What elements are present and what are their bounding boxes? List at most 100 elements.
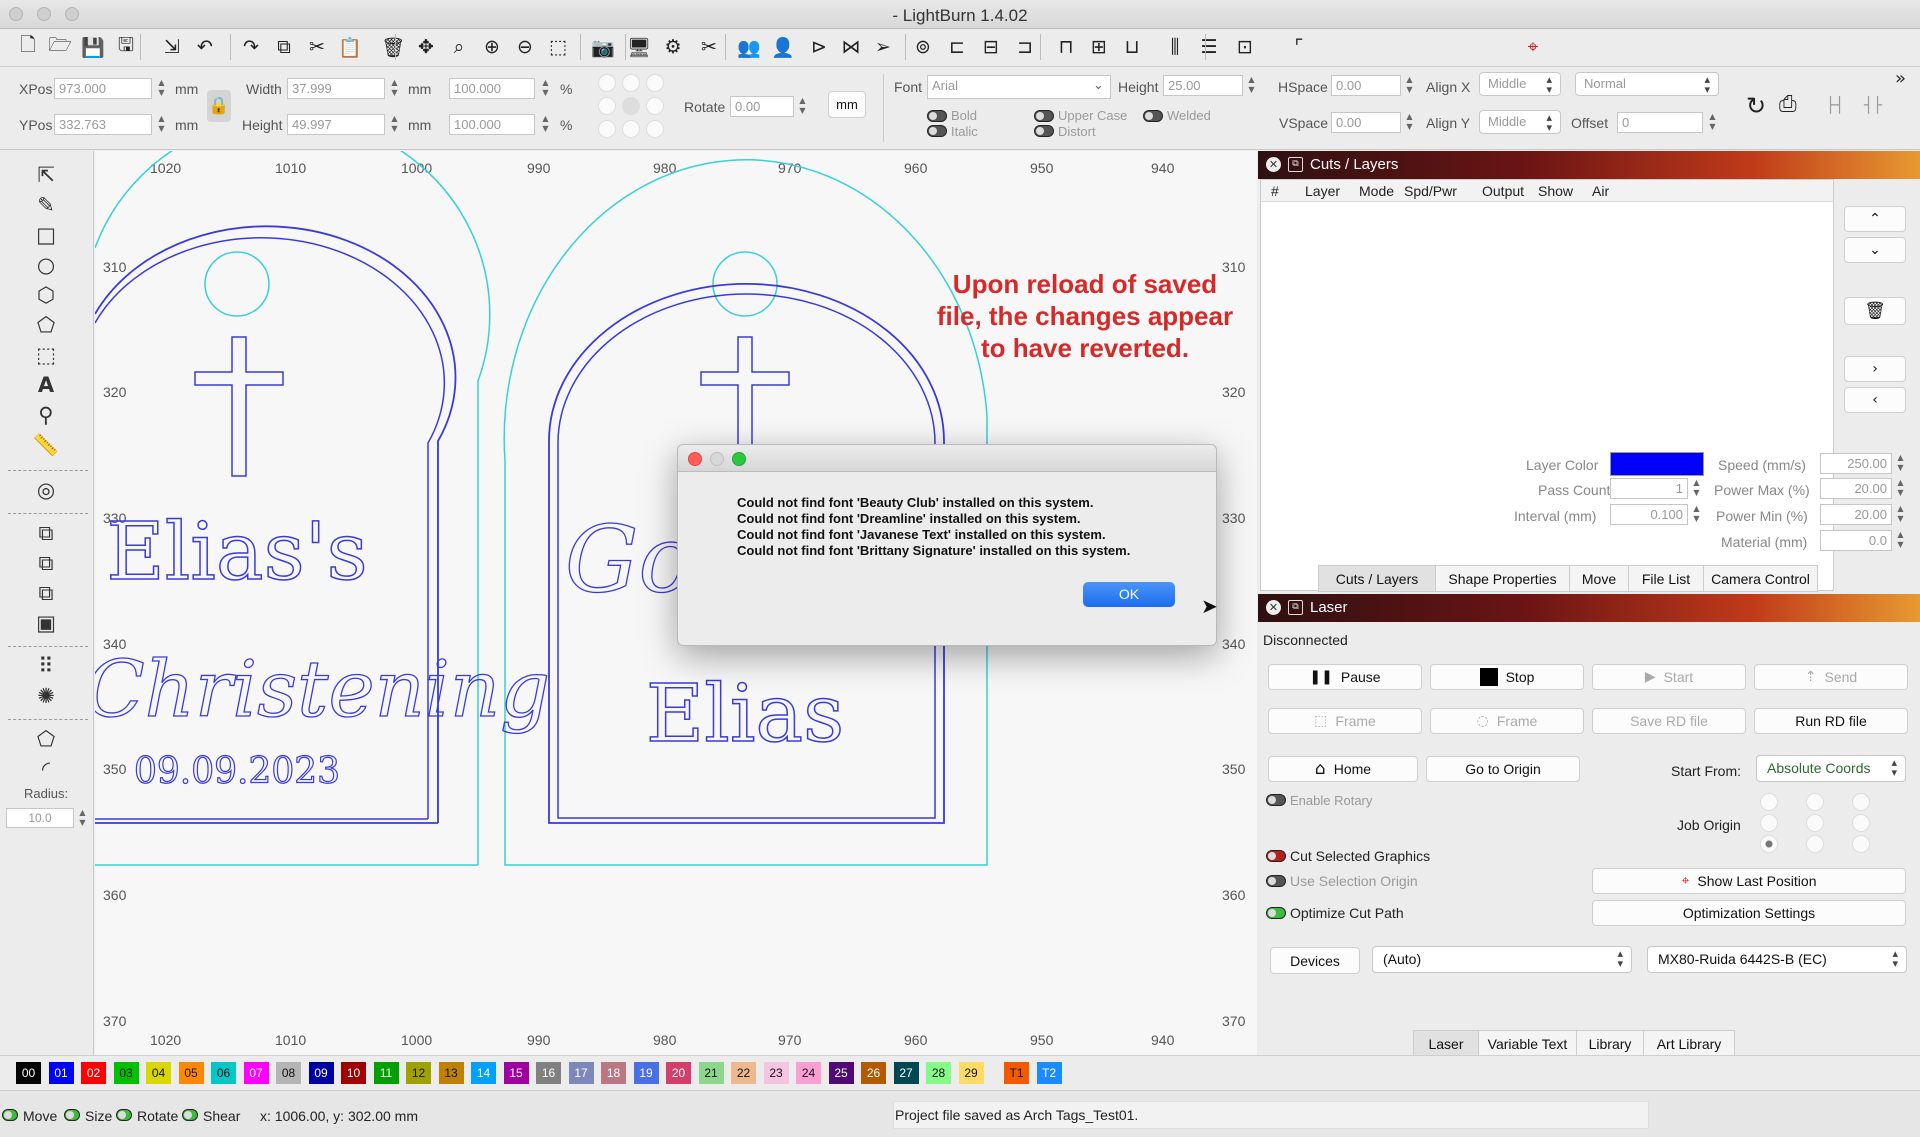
- material-stepper[interactable]: ▲ ▼: [1895, 530, 1906, 551]
- boolean-intersect-icon[interactable]: ⧉: [32, 579, 60, 607]
- move-icon[interactable]: ✥: [413, 34, 439, 60]
- move-layer-up-button[interactable]: ⌃: [1844, 206, 1906, 232]
- save-icon[interactable]: 💾: [80, 34, 106, 60]
- tag2-script-text[interactable]: Go: [564, 505, 694, 613]
- width-field[interactable]: 37.999: [287, 78, 385, 99]
- rotate-field[interactable]: 0.00: [730, 96, 794, 117]
- align-middle-icon[interactable]: ⊞: [1086, 34, 1112, 60]
- scale-width-stepper[interactable]: ▲ ▼: [540, 78, 551, 99]
- home-button[interactable]: ⌂ Home: [1268, 756, 1418, 782]
- tag1-date-text[interactable]: 09.09.2023: [133, 750, 340, 792]
- boolean-subtract-icon[interactable]: ⧉: [32, 549, 60, 577]
- xpos-field[interactable]: 973.000: [54, 78, 152, 99]
- stop-button[interactable]: Stop: [1430, 664, 1584, 690]
- color-swatch-26[interactable]: 26: [861, 1062, 886, 1084]
- color-swatch-29[interactable]: 29: [958, 1062, 984, 1084]
- zoom-selection-icon[interactable]: ⬚: [545, 34, 571, 60]
- speed-field[interactable]: 250.00: [1820, 453, 1892, 474]
- polygon-tool-icon[interactable]: ⬡: [32, 281, 60, 309]
- undo-icon[interactable]: ↶: [192, 34, 218, 60]
- distort-toggle[interactable]: [1034, 125, 1054, 137]
- offset-shapes-icon[interactable]: ◎: [32, 476, 60, 504]
- color-swatch-08[interactable]: 08: [276, 1062, 301, 1084]
- move-together-icon[interactable]: ⊡: [1232, 34, 1258, 60]
- grid-array-icon[interactable]: ⠿: [32, 652, 60, 680]
- tab-file-list[interactable]: File List: [1628, 565, 1704, 592]
- target-icon[interactable]: ⊚: [910, 34, 936, 60]
- printer-icon[interactable]: ⎙: [1779, 92, 1797, 117]
- color-swatch-03[interactable]: 03: [113, 1062, 139, 1084]
- import-icon[interactable]: ⇲: [159, 34, 185, 60]
- boolean-union-icon[interactable]: ⧉: [32, 519, 60, 547]
- color-swatch-14[interactable]: 14: [471, 1062, 496, 1084]
- new-file-icon[interactable]: 🗋: [15, 34, 41, 60]
- refresh-eye-icon[interactable]: ↻: [1746, 92, 1766, 120]
- delete-layer-button[interactable]: 🗑: [1844, 297, 1906, 325]
- send-icon[interactable]: ➢: [870, 34, 896, 60]
- move-toggle[interactable]: [2, 1109, 18, 1121]
- color-swatch-02[interactable]: 02: [81, 1062, 106, 1084]
- pass-count-stepper[interactable]: ▲ ▼: [1691, 478, 1702, 499]
- column-header[interactable]: Output: [1482, 183, 1524, 199]
- color-swatch-04[interactable]: 04: [146, 1062, 171, 1084]
- color-swatch-23[interactable]: 23: [763, 1062, 789, 1084]
- next-layer-button[interactable]: ›: [1844, 356, 1906, 382]
- port-select[interactable]: (Auto) ▴ ▾: [1372, 946, 1632, 973]
- tab-shape-properties[interactable]: Shape Properties: [1435, 565, 1570, 592]
- undock-icon[interactable]: ⧉: [1288, 157, 1303, 172]
- color-swatch-22[interactable]: 22: [731, 1062, 756, 1084]
- upper-case-toggle[interactable]: [1034, 110, 1054, 122]
- column-header[interactable]: Show: [1538, 183, 1573, 199]
- use-selection-origin-toggle[interactable]: [1266, 875, 1286, 887]
- zoom-fit-icon[interactable]: ⌕: [446, 34, 472, 60]
- tab-variable-text[interactable]: Variable Text: [1478, 1030, 1577, 1057]
- welded-toggle[interactable]: [1143, 110, 1163, 122]
- align-left-icon[interactable]: ⊏: [944, 34, 970, 60]
- cut-icon[interactable]: ✂: [304, 34, 330, 60]
- tab-move[interactable]: Move: [1569, 565, 1629, 592]
- frame-circle-button[interactable]: ◌ Frame: [1430, 708, 1584, 734]
- interval-field[interactable]: 0.100: [1610, 504, 1688, 525]
- move-layer-down-button[interactable]: ⌄: [1844, 237, 1906, 263]
- column-header[interactable]: Air: [1592, 183, 1609, 199]
- height-field[interactable]: 49.997: [287, 114, 385, 135]
- color-swatch-T1[interactable]: T1: [1004, 1062, 1029, 1084]
- ypos-stepper[interactable]: ▲ ▼: [156, 114, 167, 135]
- start-button[interactable]: ▶ Start: [1592, 664, 1746, 690]
- edit-nodes-icon[interactable]: ⬠: [32, 311, 60, 339]
- font-select[interactable]: Arial: [927, 75, 1111, 99]
- align-center-icon[interactable]: ⊟: [978, 34, 1004, 60]
- show-last-position-button[interactable]: ⌖ Show Last Position: [1592, 868, 1906, 894]
- alignx-select[interactable]: Middle ▴ ▾: [1479, 72, 1561, 96]
- corner-tool-icon[interactable]: ⬠: [32, 725, 60, 753]
- tag1-name-text[interactable]: Elias's: [106, 504, 369, 599]
- radius-stepper[interactable]: ▲ ▼: [77, 808, 88, 829]
- distribute-extra-icon[interactable]: ┤├: [1864, 96, 1882, 114]
- tab-art-library[interactable]: Art Library: [1643, 1030, 1735, 1057]
- power-min-stepper[interactable]: ▲ ▼: [1895, 504, 1906, 525]
- aligny-select[interactable]: Middle ▴ ▾: [1479, 110, 1561, 134]
- color-swatch-00[interactable]: 00: [16, 1062, 41, 1084]
- device-select[interactable]: MX80-Ruida 6442S-B (EC) ▴ ▾: [1647, 946, 1907, 973]
- copy-icon[interactable]: ⧉: [271, 34, 297, 60]
- color-swatch-15[interactable]: 15: [503, 1062, 529, 1084]
- interval-stepper[interactable]: ▲ ▼: [1691, 504, 1702, 525]
- undock-icon[interactable]: ⧉: [1288, 600, 1303, 615]
- scale-height-field[interactable]: 100.000: [449, 114, 535, 135]
- shear-toggle[interactable]: [182, 1109, 198, 1121]
- ellipse-tool-icon[interactable]: ○: [32, 251, 60, 279]
- font-height-stepper[interactable]: ▲ ▼: [1246, 75, 1257, 96]
- distribute-h-icon[interactable]: ⫼: [1162, 34, 1188, 60]
- scale-height-stepper[interactable]: ▲ ▼: [540, 114, 551, 135]
- monitor-icon[interactable]: 🖥: [626, 34, 652, 60]
- hspace-stepper[interactable]: ▲ ▼: [1404, 75, 1415, 96]
- distribute-v-icon[interactable]: ☰: [1196, 34, 1222, 60]
- color-swatch-24[interactable]: 24: [796, 1062, 821, 1084]
- bold-toggle[interactable]: [927, 110, 947, 122]
- radius-field[interactable]: 10.0: [6, 808, 74, 828]
- marker-tool-icon[interactable]: ⚲: [32, 401, 60, 429]
- prev-layer-button[interactable]: ‹: [1844, 387, 1906, 413]
- group-icon[interactable]: 👥: [736, 34, 762, 60]
- rotate-toggle[interactable]: [116, 1109, 132, 1121]
- tab-cuts-layers[interactable]: Cuts / Layers: [1318, 565, 1436, 592]
